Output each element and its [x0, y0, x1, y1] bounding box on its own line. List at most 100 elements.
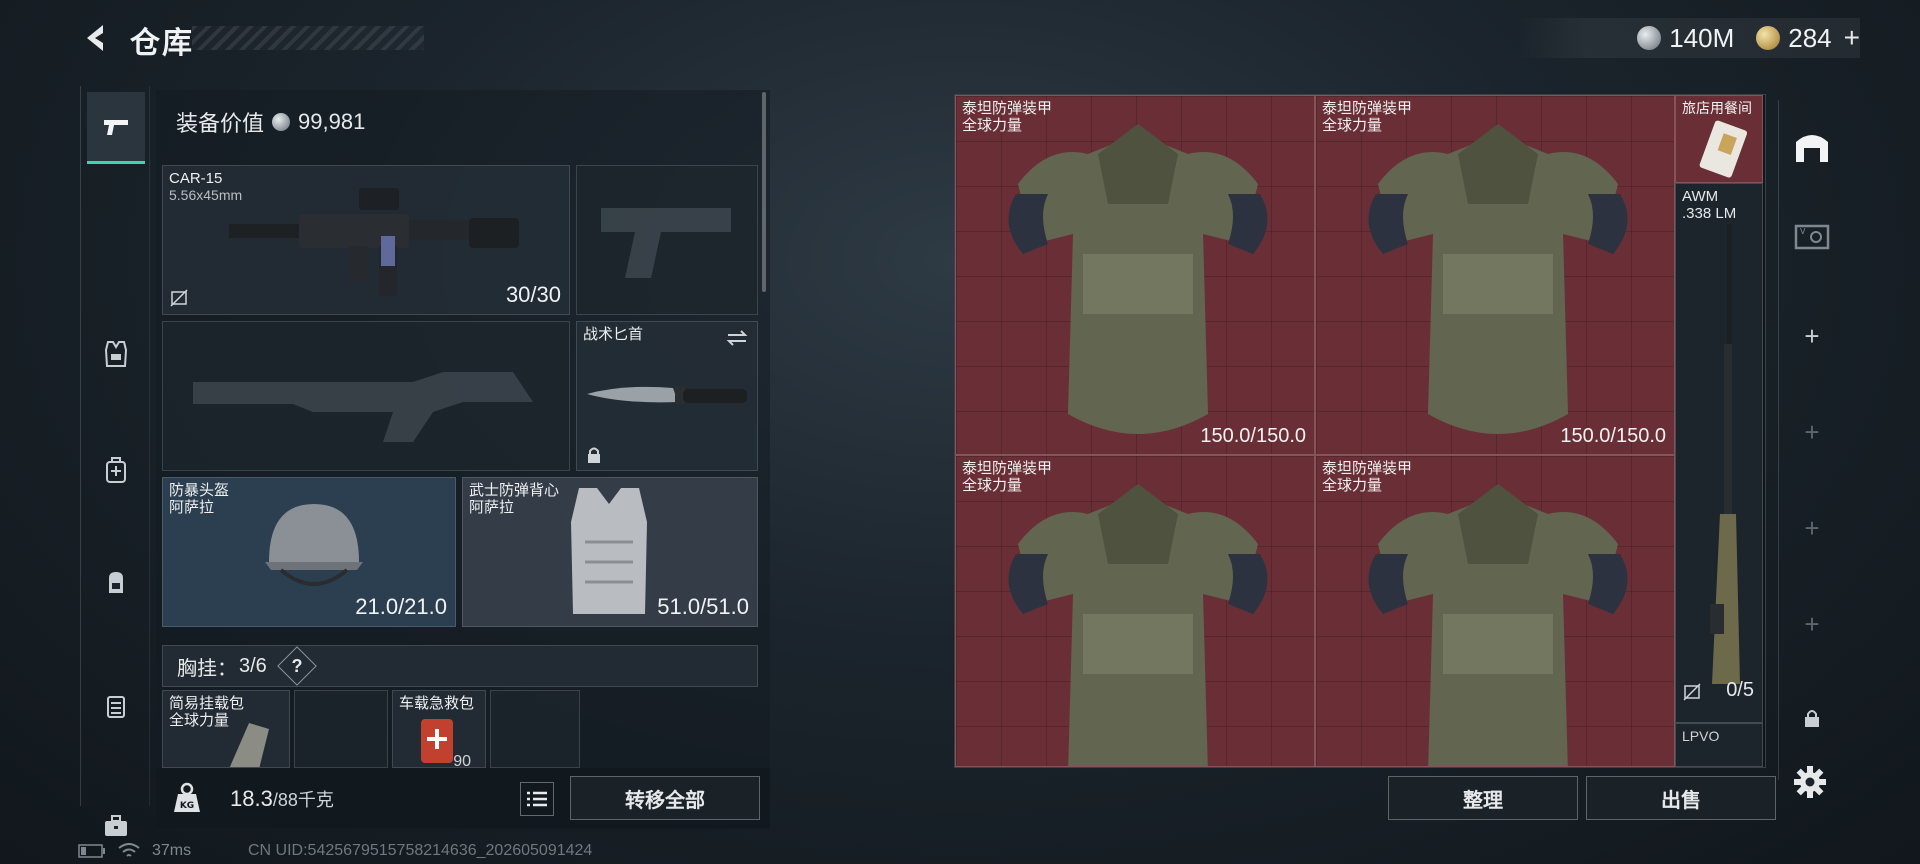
rig-label: 胸挂：	[177, 657, 237, 680]
settings-gear-icon[interactable]	[1792, 764, 1828, 800]
currency-bar: 140M 284 +	[1517, 18, 1860, 58]
category-backpacks[interactable]	[87, 546, 145, 618]
tab-add-1[interactable]: +	[1783, 296, 1841, 376]
tab-warehouse[interactable]	[1783, 106, 1841, 186]
helmet-brand: 阿萨拉	[169, 499, 215, 516]
item-name: LPVO	[1682, 728, 1720, 744]
storage-item-awm[interactable]: AWM .338 LM 0/5	[1675, 183, 1763, 723]
wifi-icon	[118, 843, 140, 857]
weight-current: 18.3	[230, 786, 273, 811]
gold-amount: 284	[1788, 22, 1832, 53]
svg-text:V: V	[1800, 227, 1806, 236]
silver-currency: 140M	[1637, 23, 1734, 54]
rifle-silhouette	[193, 372, 533, 442]
knife-slot[interactable]: 战术匕首	[576, 321, 758, 471]
storage-tabs: V + + + +	[1778, 100, 1844, 780]
gold-currency: 284	[1756, 22, 1832, 54]
tab-add-2[interactable]: +	[1783, 392, 1841, 472]
silver-amount: 140M	[1669, 22, 1735, 53]
back-arrow-icon	[87, 25, 103, 51]
armor-image	[1008, 124, 1268, 434]
secondary-weapon-slot[interactable]	[162, 321, 570, 471]
rig-item-slot-1[interactable]: 简易挂载包 全球力量	[162, 690, 290, 768]
storage-item[interactable]: 泰坦防弹装甲 全球力量	[1315, 455, 1675, 767]
storage-item-lpvo[interactable]: LPVO	[1675, 723, 1763, 767]
category-containers[interactable]	[87, 670, 145, 742]
vest-durability: 51.0/51.0	[657, 594, 749, 619]
vest-name: 武士防弹背心	[469, 482, 560, 499]
silver-coin-icon	[1637, 26, 1662, 50]
warehouse-icon	[1796, 135, 1828, 162]
vest-slot[interactable]: 武士防弹背心 阿萨拉 51.0/51.0	[462, 477, 758, 627]
loadout-footer: KG 18.3/88千克 转移全部	[156, 768, 770, 828]
equip-value-label: 装备价值	[176, 111, 265, 136]
knife-image	[587, 386, 747, 404]
armor-image	[1368, 124, 1628, 434]
storage-item[interactable]: 泰坦防弹装甲 全球力量 150.0/150.0	[1315, 95, 1675, 455]
weight-icon: KG	[174, 782, 200, 812]
rig-item-value: 90	[453, 753, 471, 768]
back-button[interactable]	[76, 16, 116, 60]
sort-button[interactable]: 整理	[1388, 776, 1578, 820]
medkit-bag-icon	[106, 457, 126, 483]
weight-max: /88千克	[272, 790, 334, 810]
backpack-icon	[109, 572, 123, 593]
add-currency-button[interactable]: +	[1844, 22, 1860, 54]
rig-item-slot-4[interactable]	[490, 690, 580, 768]
storage-item[interactable]: 泰坦防弹装甲 全球力量	[955, 455, 1315, 767]
rig-item-slot-2[interactable]	[294, 690, 388, 768]
rig-item-slot-3[interactable]: 车载急救包 90	[392, 690, 486, 768]
ping: 37ms	[152, 842, 192, 859]
list-icon	[527, 791, 547, 807]
item-durability: 150.0/150.0	[1200, 425, 1306, 447]
pistol-silhouette	[601, 208, 731, 278]
pistol-icon	[104, 119, 128, 135]
category-armor[interactable]	[87, 318, 145, 390]
category-weapons[interactable]	[87, 92, 145, 164]
add-icon: +	[1804, 320, 1820, 351]
lock-icon	[588, 447, 600, 463]
item-ammo: 0/5	[1726, 679, 1754, 701]
sell-button[interactable]: 出售	[1586, 776, 1776, 820]
user-uid: CN UID:5425679515758214636_202605091424	[248, 842, 593, 859]
helmet-name: 防暴头盔	[169, 482, 230, 499]
primary-weapon-slot[interactable]: CAR-15 5.56x45mm 30/30	[162, 165, 570, 315]
chest-rig-header: 胸挂： 3/6 ?	[162, 645, 758, 687]
pouch-image	[229, 723, 269, 767]
helmet-durability: 21.0/21.0	[355, 594, 447, 619]
tab-add-4[interactable]: +	[1783, 584, 1841, 664]
help-button[interactable]: ?	[277, 646, 317, 686]
svg-text:KG: KG	[180, 801, 194, 811]
storage-item[interactable]: 泰坦防弹装甲 全球力量 150.0/150.0	[955, 95, 1315, 455]
equip-value-amount: 99,981	[298, 109, 366, 134]
medkit-image	[421, 719, 453, 763]
page-title: 仓库	[130, 27, 194, 60]
list-view-button[interactable]	[520, 782, 554, 816]
category-sidebar	[80, 86, 150, 836]
keycard-image	[1699, 120, 1748, 178]
status-bar: 37ms	[78, 842, 191, 860]
loadout-scrollbar[interactable]	[762, 92, 766, 292]
transfer-all-button[interactable]: 转移全部	[570, 776, 760, 820]
sidearm-slot[interactable]	[576, 165, 758, 315]
tab-locked[interactable]	[1783, 678, 1841, 758]
item-name: AWM	[1682, 188, 1719, 205]
tab-vault[interactable]: V	[1783, 196, 1841, 276]
storage-item-keycard[interactable]: 旅店用餐间	[1675, 95, 1763, 183]
tab-add-3[interactable]: +	[1783, 488, 1841, 568]
knife-name: 战术匕首	[583, 326, 644, 343]
armor-image	[1008, 484, 1268, 766]
equipment-value: 装备价值 99,981	[176, 106, 365, 138]
item-caliber: .338 LM	[1682, 205, 1737, 222]
no-mod-icon	[1683, 683, 1701, 701]
category-medical[interactable]	[87, 434, 145, 506]
rig-count: 3/6	[239, 654, 267, 677]
add-icon: +	[1804, 608, 1820, 639]
no-mod-icon	[170, 289, 188, 307]
helmet-slot[interactable]: 防暴头盔 阿萨拉 21.0/21.0	[162, 477, 456, 627]
swap-icon[interactable]	[725, 328, 749, 348]
vest-image	[571, 488, 647, 614]
item-name: 旅店用餐间	[1682, 100, 1752, 116]
vest-icon	[104, 341, 128, 367]
armor-image	[1368, 484, 1628, 766]
